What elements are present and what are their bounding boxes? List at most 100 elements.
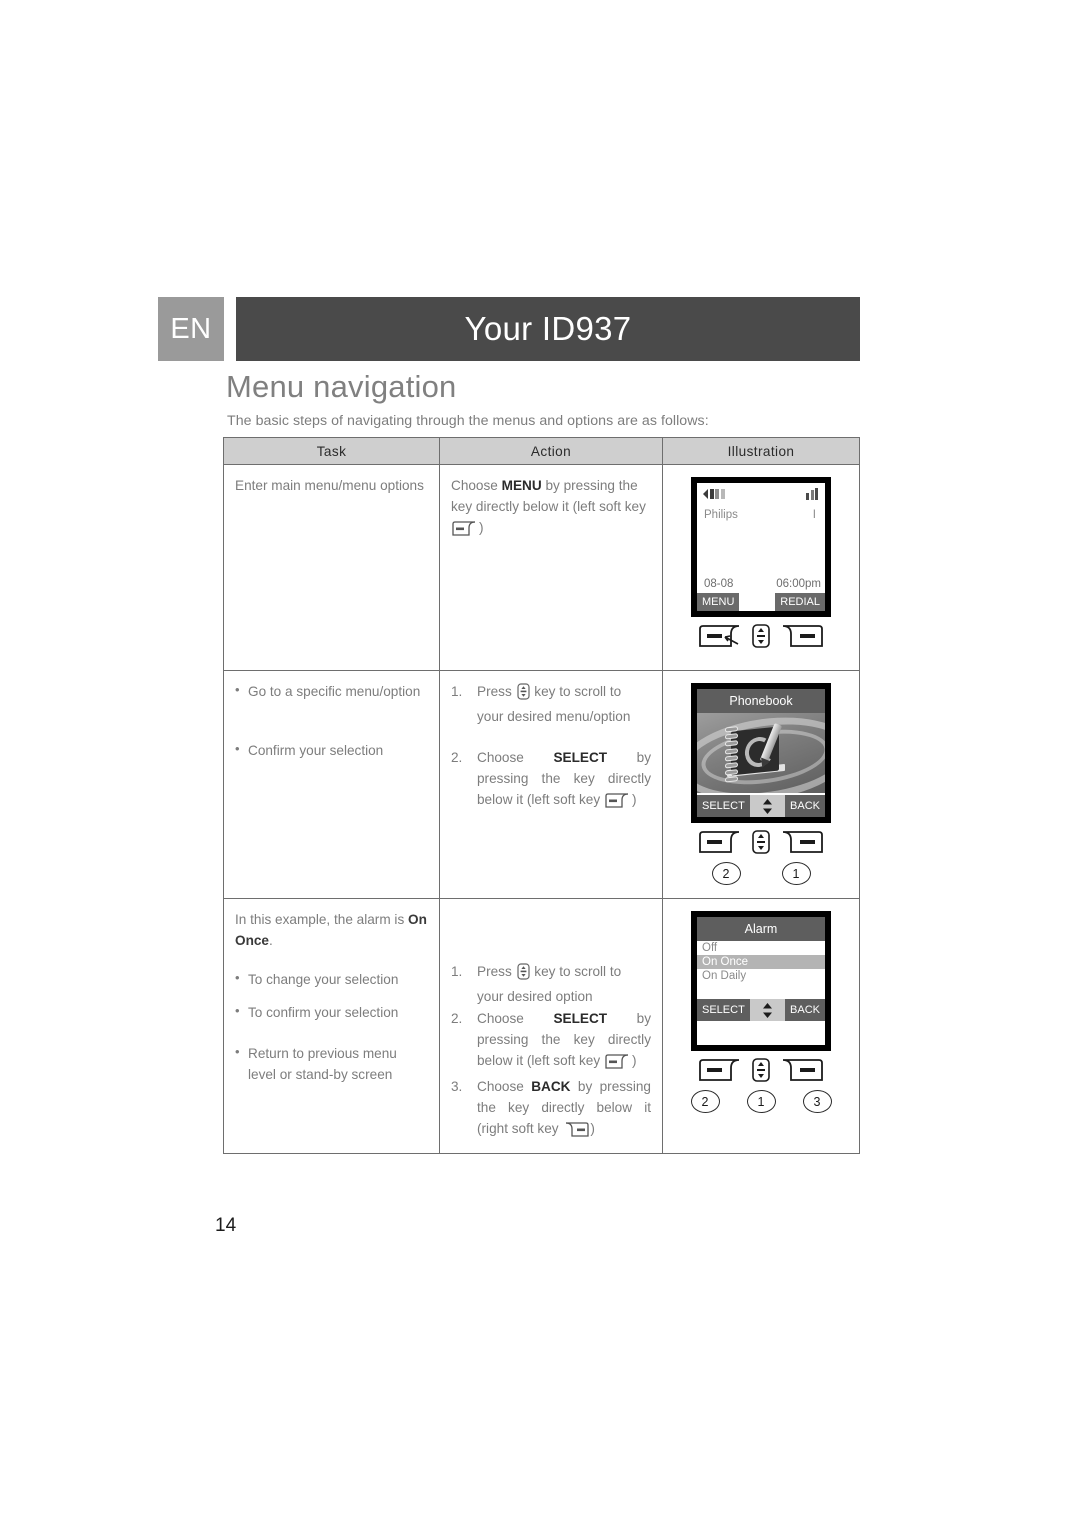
softkey-menu[interactable]: MENU bbox=[697, 593, 740, 611]
left-soft-key-icon bbox=[605, 793, 631, 814]
list-item[interactable]: On Daily bbox=[697, 969, 825, 983]
step-text: Press key to scroll to your desired opti… bbox=[477, 963, 622, 1005]
keypad-illustration-1 bbox=[698, 623, 824, 654]
step-number: 3. bbox=[451, 1079, 463, 1095]
action-cell-2: 1. Press key to scroll to your desired m… bbox=[439, 670, 663, 899]
left-soft-key-icon bbox=[698, 623, 744, 654]
signal-bars-icon bbox=[805, 488, 818, 500]
table-row: In this example, the alarm is On Once. T… bbox=[223, 898, 860, 1154]
page-header: EN Your ID937 bbox=[158, 297, 860, 361]
screen-indicator: I bbox=[812, 509, 816, 521]
network-name: Philips bbox=[704, 509, 738, 521]
task-text: Enter main menu/menu options bbox=[235, 478, 424, 493]
right-soft-key-icon bbox=[778, 829, 824, 860]
alarm-option-list: Off On Once On Daily SELECT BACK bbox=[697, 941, 825, 1021]
scroll-key-icon bbox=[516, 963, 530, 986]
step-text: Choose SELECT by pressing the key direct… bbox=[477, 1008, 651, 1075]
screen-title: Alarm bbox=[697, 917, 825, 941]
task-bullet: Go to a specific menu/option bbox=[235, 680, 428, 702]
scroll-indicator bbox=[749, 999, 786, 1021]
time-display: 06:00pm bbox=[776, 578, 821, 590]
illustration-cell-2: Phonebook SELECT BACK 2 1 bbox=[662, 670, 860, 899]
alarm-screen: Alarm Off On Once On Daily SELECT BACK bbox=[691, 911, 831, 1051]
softkey-back[interactable]: BACK bbox=[785, 999, 825, 1021]
action-cell-1: Choose MENU by pressing the key directly… bbox=[439, 464, 663, 671]
right-soft-key-icon bbox=[778, 623, 824, 654]
right-soft-key-icon bbox=[563, 1122, 590, 1143]
callout-marker: 2 bbox=[690, 1090, 720, 1113]
step-text: Press key to scroll to your desired menu… bbox=[477, 683, 631, 725]
column-header-action: Action bbox=[439, 437, 663, 465]
scroll-key-icon bbox=[751, 829, 771, 860]
section-heading: Menu navigation bbox=[226, 369, 457, 404]
menu-keyword: MENU bbox=[501, 478, 542, 493]
callout-marker: 2 bbox=[711, 862, 741, 885]
menu-navigation-table: Task Action Illustration Enter main menu… bbox=[223, 437, 860, 1154]
table-row: Enter main menu/menu options Choose MENU… bbox=[223, 464, 860, 671]
callout-group-2: 2 1 bbox=[704, 862, 818, 885]
left-soft-key-icon bbox=[698, 1057, 744, 1088]
action-paragraph: Choose MENU by pressing the key directly… bbox=[451, 475, 651, 542]
left-soft-key-icon bbox=[698, 829, 744, 860]
task-cell-1: Enter main menu/menu options bbox=[223, 464, 440, 671]
softkey-select[interactable]: SELECT bbox=[697, 999, 750, 1021]
callout-marker: 3 bbox=[802, 1090, 832, 1113]
select-keyword: SELECT bbox=[553, 1011, 608, 1027]
left-soft-key-icon bbox=[605, 1054, 631, 1075]
back-keyword: BACK bbox=[531, 1079, 571, 1095]
task-bullet: To confirm your selection bbox=[235, 1001, 428, 1023]
keypad-illustration-2 bbox=[698, 829, 824, 860]
scroll-key-icon bbox=[751, 1057, 771, 1088]
list-item-selected[interactable]: On Once bbox=[697, 955, 825, 969]
step-text: Choose BACK by pressing the key directly… bbox=[477, 1076, 651, 1143]
action-cell-3: 1. Press key to scroll to your desired o… bbox=[439, 898, 663, 1154]
callout-marker: 1 bbox=[781, 862, 811, 885]
up-down-arrow-icon bbox=[762, 798, 773, 815]
scroll-key-icon bbox=[516, 683, 530, 706]
task-bullet: To change your selection bbox=[235, 968, 428, 990]
task-bullet: Return to previous menu level or stand-b… bbox=[235, 1042, 428, 1085]
softkey-back[interactable]: BACK bbox=[785, 795, 825, 817]
step-number: 2. bbox=[451, 750, 463, 766]
right-soft-key-icon bbox=[778, 1057, 824, 1088]
left-soft-key-icon bbox=[452, 521, 478, 542]
on-once-keyword: On Once bbox=[235, 912, 427, 949]
table-row: Go to a specific menu/option Confirm you… bbox=[223, 670, 860, 899]
phonebook-artwork-icon bbox=[697, 713, 825, 793]
select-keyword: SELECT bbox=[553, 750, 608, 766]
step-number: 2. bbox=[451, 1011, 463, 1027]
action-step: 1. Press key to scr bbox=[451, 961, 651, 1007]
battery-icon bbox=[703, 489, 725, 499]
scroll-indicator bbox=[749, 795, 786, 817]
step-text: Choose SELECT by pressing the key direct… bbox=[477, 747, 651, 814]
step-number: 1. bbox=[451, 964, 463, 979]
list-item[interactable]: Off bbox=[697, 941, 825, 955]
phonebook-screen: Phonebook SELECT BACK bbox=[691, 683, 831, 823]
keypad-illustration-3 bbox=[698, 1057, 824, 1088]
standby-screen: Philips I 08-08 06:00pm MENU REDIAL bbox=[691, 477, 831, 617]
task-cell-2: Go to a specific menu/option Confirm you… bbox=[223, 670, 440, 899]
chapter-title: Your ID937 bbox=[236, 297, 860, 361]
column-header-task: Task bbox=[223, 437, 440, 465]
action-step: 1. Press key to scr bbox=[451, 681, 651, 727]
illustration-cell-3: Alarm Off On Once On Daily SELECT BACK 2… bbox=[662, 898, 860, 1154]
softkey-select[interactable]: SELECT bbox=[697, 795, 750, 817]
action-step: 2. Choose SELECT by pressing the key dir… bbox=[451, 1008, 651, 1075]
action-step: 3. Choose BACK by pressing the key direc… bbox=[451, 1076, 651, 1143]
table-header-row: Task Action Illustration bbox=[223, 437, 860, 465]
task-cell-3: In this example, the alarm is On Once. T… bbox=[223, 898, 440, 1154]
screen-title: Phonebook bbox=[697, 689, 825, 713]
language-badge: EN bbox=[158, 297, 224, 361]
action-step: 2. Choose SELECT by pressing the key dir… bbox=[451, 747, 651, 814]
softkey-redial[interactable]: REDIAL bbox=[775, 593, 825, 611]
section-intro: The basic steps of navigating through th… bbox=[227, 413, 709, 429]
column-header-illustration: Illustration bbox=[662, 437, 860, 465]
page-number: 14 bbox=[215, 1215, 237, 1236]
up-down-arrow-icon bbox=[762, 1002, 773, 1019]
date-display: 08-08 bbox=[704, 578, 734, 590]
task-intro-text: In this example, the alarm is On Once. bbox=[235, 912, 427, 949]
step-number: 1. bbox=[451, 684, 463, 699]
scroll-key-icon bbox=[751, 623, 771, 654]
illustration-cell-1: Philips I 08-08 06:00pm MENU REDIAL bbox=[662, 464, 860, 671]
callout-group-3: 2 1 3 bbox=[683, 1090, 839, 1113]
